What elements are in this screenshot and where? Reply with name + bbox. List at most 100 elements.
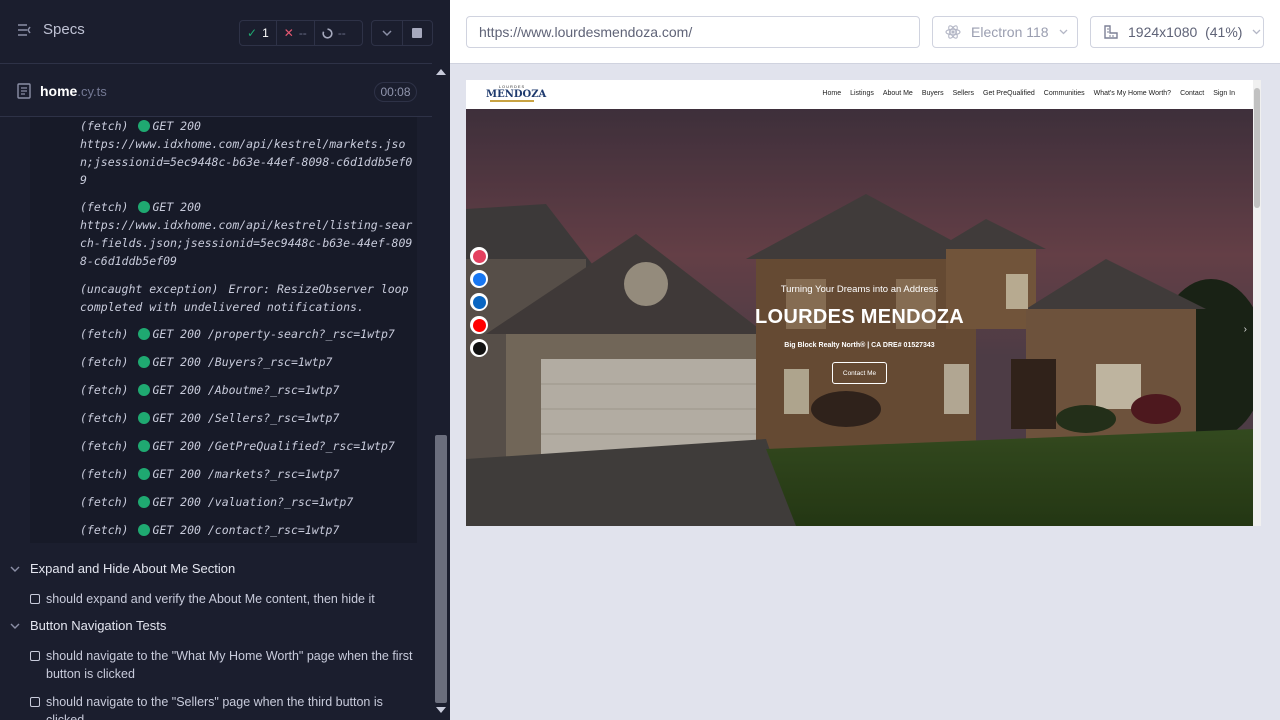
contact-me-button[interactable]: Contact Me xyxy=(832,362,887,384)
log-entry[interactable]: (fetch) GET 200 /Buyers?_rsc=1wtp7 xyxy=(80,353,416,371)
log-detail: https://www.idxhome.com/api/kestrel/mark… xyxy=(80,137,413,187)
chevron-down-icon xyxy=(0,566,30,572)
suite-button-navigation[interactable]: Button Navigation Tests xyxy=(0,618,432,633)
log-entry[interactable]: (fetch) GET 200 /GetPreQualified?_rsc=1wt… xyxy=(80,437,416,455)
success-dot-icon xyxy=(138,356,151,368)
hero-name: LOURDES MENDOZA xyxy=(755,306,964,328)
hero-license: Big Block Realty North® | CA DRE# 015273… xyxy=(784,342,935,349)
success-dot-icon xyxy=(138,328,151,340)
carousel-next-icon[interactable]: › xyxy=(1244,324,1247,335)
failed-count: -- xyxy=(298,26,307,40)
chevron-down-icon xyxy=(1252,29,1261,35)
success-dot-icon xyxy=(138,440,151,452)
x-icon: ✕ xyxy=(283,26,294,40)
pending-checkbox-icon xyxy=(30,697,40,707)
specs-toggle[interactable]: Specs xyxy=(17,21,85,38)
instagram-icon[interactable] xyxy=(470,247,488,265)
success-dot-icon xyxy=(138,496,151,508)
spec-file-name: home.cy.ts xyxy=(40,83,107,99)
nav-contact[interactable]: Contact xyxy=(1180,90,1204,97)
viewport-size: 1924x1080 xyxy=(1128,24,1198,40)
log-entry[interactable]: (fetch) GET 200 /contact?_rsc=1wtp7 xyxy=(80,521,416,539)
test-stats: ✓ 1 ✕ -- -- xyxy=(239,20,363,46)
test-item[interactable]: should expand and verify the About Me co… xyxy=(30,590,420,608)
passed-count: 1 xyxy=(262,26,269,40)
nav-sign-in[interactable]: Sign In xyxy=(1213,90,1235,97)
reporter-scrollbar[interactable] xyxy=(432,65,450,720)
specs-label: Specs xyxy=(43,21,85,38)
nav-communities[interactable]: Communities xyxy=(1044,90,1085,97)
specs-header: Specs ✓ 1 ✕ -- -- xyxy=(0,0,433,64)
log-entry[interactable]: (fetch) GET 200 /Sellers?_rsc=1wtp7 xyxy=(80,409,416,427)
log-entry[interactable]: (fetch) GET 200 /property-search?_rsc=1wt… xyxy=(80,325,416,343)
pending-stat: -- xyxy=(315,21,353,45)
log-entries: (fetch) GET 200 https://www.idxhome.com/a… xyxy=(30,117,417,543)
document-icon xyxy=(17,83,31,99)
failed-stat: ✕ -- xyxy=(277,21,314,45)
suite-about-me[interactable]: Expand and Hide About Me Section xyxy=(0,561,432,576)
passed-stat: ✓ 1 xyxy=(240,21,276,45)
linkedin-icon[interactable] xyxy=(470,293,488,311)
viewport-scale: (41%) xyxy=(1205,24,1243,40)
aut-scrollbar-thumb[interactable] xyxy=(1254,88,1260,208)
hero-subtitle: Turning Your Dreams into an Address xyxy=(780,284,939,295)
site-nav-links: Home Listings About Me Buyers Sellers Ge… xyxy=(822,90,1235,97)
success-dot-icon xyxy=(138,412,151,424)
spec-file-row: home.cy.ts 00:08 xyxy=(0,65,432,117)
nav-home[interactable]: Home xyxy=(822,90,841,97)
facebook-icon[interactable] xyxy=(470,270,488,288)
browser-selector[interactable]: Electron 118 xyxy=(932,16,1078,48)
url-bar[interactable]: https://www.lourdesmendoza.com/ xyxy=(466,16,920,48)
check-icon: ✓ xyxy=(247,26,258,40)
pending-icon xyxy=(322,27,333,39)
chevron-down-icon[interactable] xyxy=(372,21,402,45)
scroll-down-icon[interactable] xyxy=(436,707,446,713)
spec-duration: 00:08 xyxy=(374,82,417,102)
aut-panel: https://www.lourdesmendoza.com/ Electron… xyxy=(450,0,1280,720)
site-navbar: LOURDES MENDOZA Home Listings About Me B… xyxy=(466,80,1253,109)
aut-scrollbar[interactable] xyxy=(1253,80,1261,526)
stop-icon xyxy=(412,28,423,38)
reporter-panel: Specs ✓ 1 ✕ -- -- home.cy.ts 00:08 (fetc… xyxy=(0,0,450,720)
nav-home-worth[interactable]: What's My Home Worth? xyxy=(1094,90,1171,97)
log-entry[interactable]: (fetch) GET 200 /markets?_rsc=1wtp7 xyxy=(80,465,416,483)
success-dot-icon xyxy=(138,120,151,132)
log-entry[interactable]: (fetch) GET 200 xyxy=(80,117,416,135)
chevron-down-icon xyxy=(1059,29,1068,35)
log-entry[interactable]: (fetch) GET 200 /valuation?_rsc=1wtp7 xyxy=(80,493,416,511)
chevron-down-icon xyxy=(0,623,30,629)
nav-about-me[interactable]: About Me xyxy=(883,90,913,97)
menu-collapse-icon xyxy=(18,23,31,36)
success-dot-icon xyxy=(138,468,151,480)
nav-sellers[interactable]: Sellers xyxy=(953,90,974,97)
scroll-up-icon[interactable] xyxy=(436,69,446,75)
electron-icon xyxy=(945,25,961,39)
command-log[interactable]: home.cy.ts 00:08 (fetch) GET 200 https://… xyxy=(0,65,432,720)
youtube-icon[interactable] xyxy=(470,316,488,334)
viewport-info[interactable]: 1924x1080 (41%) xyxy=(1090,16,1264,48)
success-dot-icon xyxy=(138,524,151,536)
nav-buyers[interactable]: Buyers xyxy=(922,90,944,97)
log-entry[interactable]: (fetch) GET 200 xyxy=(80,198,416,216)
log-detail: https://www.idxhome.com/api/kestrel/list… xyxy=(80,218,413,268)
site-logo[interactable]: LOURDES MENDOZA xyxy=(486,84,546,106)
success-dot-icon xyxy=(138,384,151,396)
nav-listings[interactable]: Listings xyxy=(850,90,874,97)
stop-button[interactable] xyxy=(401,21,433,45)
log-entry-exception[interactable]: (uncaught exception) Error: ResizeObserve… xyxy=(80,280,416,316)
pending-checkbox-icon xyxy=(30,651,40,661)
log-entry[interactable]: (fetch) GET 200 /Aboutme?_rsc=1wtp7 xyxy=(80,381,416,399)
browser-name: Electron 118 xyxy=(971,24,1049,40)
nav-get-prequalified[interactable]: Get PreQualified xyxy=(983,90,1035,97)
hero-section: Turning Your Dreams into an Address LOUR… xyxy=(466,109,1253,526)
test-item[interactable]: should navigate to the "Sellers" page wh… xyxy=(30,693,420,720)
pending-checkbox-icon xyxy=(30,594,40,604)
aut-iframe[interactable]: LOURDES MENDOZA Home Listings About Me B… xyxy=(466,80,1261,526)
hero-content: Turning Your Dreams into an Address LOUR… xyxy=(466,109,1253,526)
success-dot-icon xyxy=(138,201,151,213)
scrollbar-thumb[interactable] xyxy=(435,435,447,703)
test-item[interactable]: should navigate to the "What My Home Wor… xyxy=(30,647,420,683)
x-icon[interactable] xyxy=(470,339,488,357)
aut-header: https://www.lourdesmendoza.com/ Electron… xyxy=(450,0,1280,64)
pending-count: -- xyxy=(337,26,346,40)
